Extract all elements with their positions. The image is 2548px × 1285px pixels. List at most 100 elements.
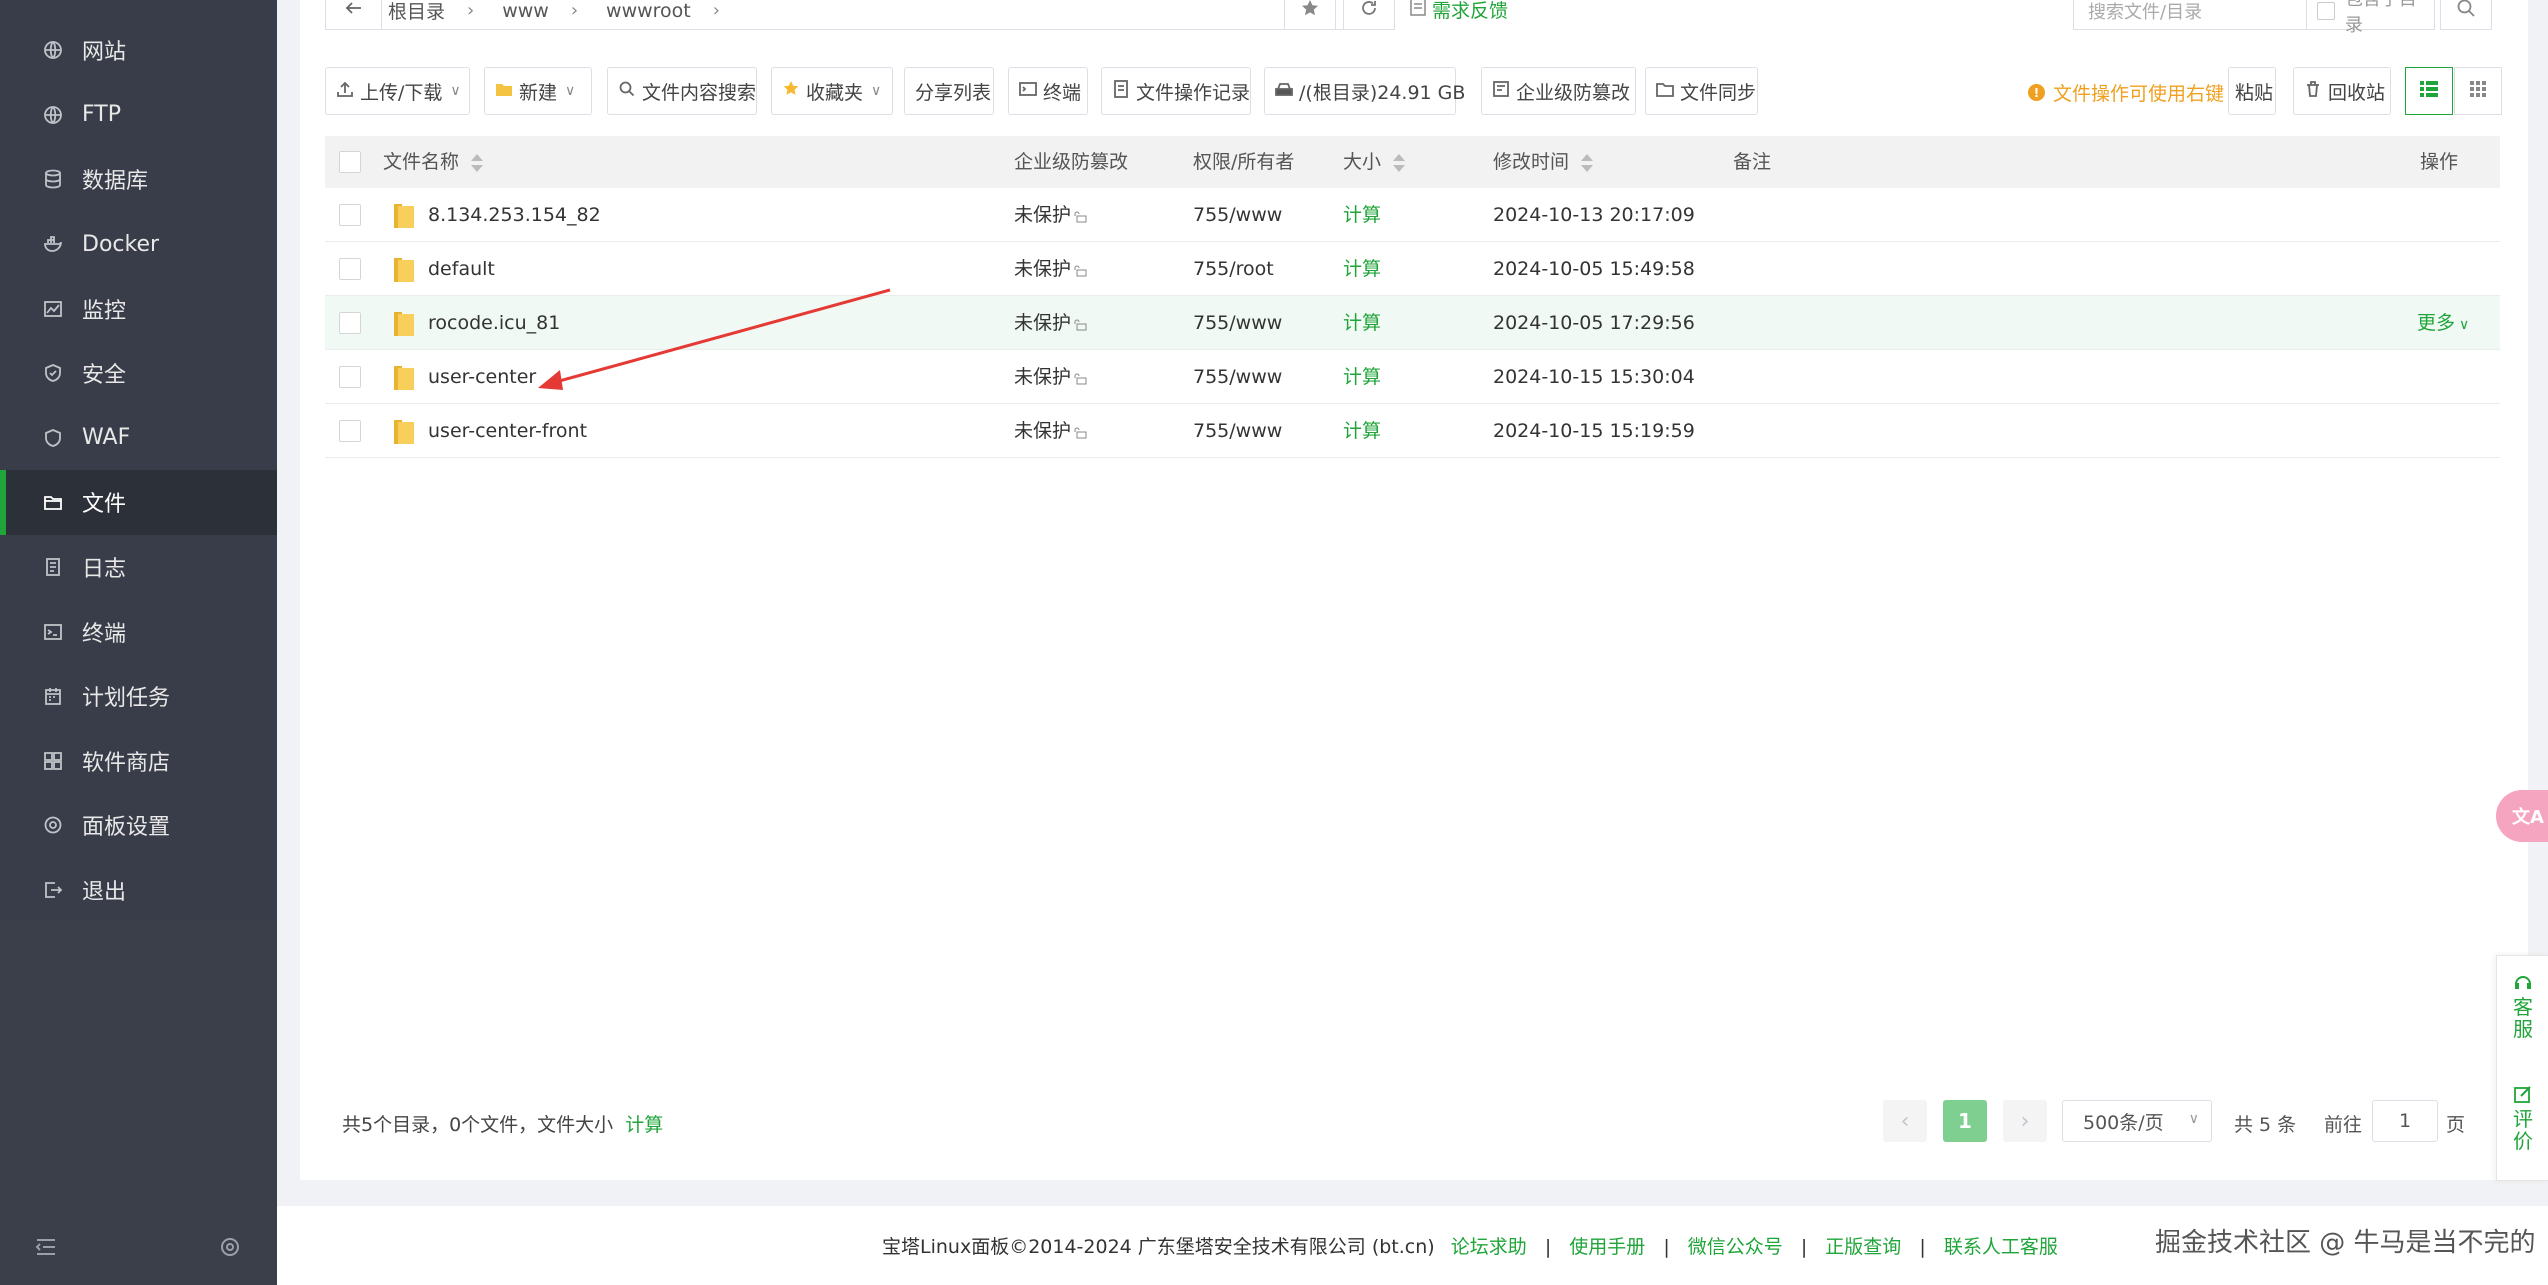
back-button[interactable]: [326, 0, 382, 29]
sidebar-item-logout[interactable]: 退出: [0, 858, 277, 923]
customer-service-button[interactable]: 客服: [2497, 974, 2548, 1040]
current-page[interactable]: 1: [1943, 1100, 1987, 1142]
sidebar-item-logs[interactable]: 日志: [0, 535, 277, 600]
share-list-button[interactable]: 分享列表: [904, 67, 994, 115]
sidebar-item-docker[interactable]: Docker: [0, 212, 277, 277]
operation-log-label: 文件操作记录: [1136, 81, 1251, 104]
upload-download-dropdown[interactable]: 上传/下载 ∨: [325, 67, 470, 115]
size-calc-link[interactable]: 计算: [1343, 188, 1381, 242]
tamper-status[interactable]: 未保护: [1014, 188, 1087, 242]
file-name[interactable]: default: [428, 242, 495, 296]
permission-owner[interactable]: 755/www: [1193, 350, 1282, 404]
tamper-status-label: 未保护: [1014, 258, 1072, 280]
translate-button[interactable]: 文A: [2496, 790, 2548, 842]
goto-page-input[interactable]: 1: [2372, 1100, 2438, 1142]
globe-icon: [42, 39, 64, 61]
operation-log-button[interactable]: 文件操作记录: [1101, 67, 1251, 115]
select-all-checkbox[interactable]: [339, 151, 361, 173]
permission-owner[interactable]: 755/www: [1193, 404, 1282, 458]
document-icon: [1410, 0, 1426, 21]
grid-view-button[interactable]: [2454, 67, 2502, 115]
recycle-bin-button[interactable]: 回收站: [2293, 67, 2391, 115]
size-calc-link[interactable]: 计算: [1343, 296, 1381, 350]
column-header-name[interactable]: 文件名称: [383, 136, 484, 188]
review-button[interactable]: 评价: [2497, 1084, 2548, 1152]
permission-owner[interactable]: 755/www: [1193, 296, 1282, 350]
tamper-status[interactable]: 未保护: [1014, 404, 1087, 458]
sidebar-item-database[interactable]: 数据库: [0, 147, 277, 212]
list-view-button[interactable]: [2405, 67, 2453, 115]
size-calc-link[interactable]: 计算: [1343, 242, 1381, 296]
prev-page-button[interactable]: ‹: [1883, 1100, 1927, 1142]
sort-icon[interactable]: [1393, 153, 1406, 173]
footer-link-wechat[interactable]: 微信公众号: [1688, 1236, 1783, 1258]
include-subdir-checkbox[interactable]: 包含子目录: [2307, 0, 2435, 36]
tamper-protection-button[interactable]: 企业级防篡改: [1481, 67, 1636, 115]
file-name[interactable]: 8.134.253.154_82: [428, 188, 601, 242]
theme-settings-icon[interactable]: [218, 1235, 242, 1264]
column-header-modified[interactable]: 修改时间: [1493, 136, 1594, 188]
favorites-dropdown[interactable]: 收藏夹 ∨: [771, 67, 893, 115]
tamper-status-label: 未保护: [1014, 204, 1072, 226]
summary-calc-link[interactable]: 计算: [625, 1114, 663, 1136]
folder-icon: [390, 202, 416, 230]
sidebar-item-cron[interactable]: 计划任务: [0, 664, 277, 729]
size-calc-link[interactable]: 计算: [1343, 350, 1381, 404]
row-checkbox[interactable]: [339, 204, 361, 226]
sidebar-item-waf[interactable]: WAF: [0, 406, 277, 471]
sidebar-item-files[interactable]: 文件: [0, 470, 277, 535]
footer-link-license[interactable]: 正版查询: [1825, 1236, 1901, 1258]
breadcrumb-wwwroot[interactable]: wwwroot: [606, 0, 691, 22]
breadcrumb-root[interactable]: 根目录: [388, 0, 445, 24]
sort-icon[interactable]: [1581, 153, 1594, 173]
sidebar-item-monitor[interactable]: 监控: [0, 276, 277, 341]
permission-owner[interactable]: 755/www: [1193, 188, 1282, 242]
terminal-button[interactable]: 终端: [1008, 67, 1088, 115]
refresh-button[interactable]: [1343, 0, 1395, 30]
file-name[interactable]: user-center-front: [428, 404, 587, 458]
sidebar-item-terminal[interactable]: 终端: [0, 599, 277, 664]
search-button[interactable]: [2440, 0, 2492, 30]
table-row[interactable]: user-center-front 未保护 755/www 计算 2024-10…: [325, 404, 2500, 458]
sidebar-item-settings[interactable]: 面板设置: [0, 793, 277, 858]
table-row[interactable]: 8.134.253.154_82 未保护 755/www 计算 2024-10-…: [325, 188, 2500, 242]
column-header-size[interactable]: 大小: [1343, 136, 1406, 188]
sidebar-item-store[interactable]: 软件商店: [0, 729, 277, 794]
collapse-menu-icon[interactable]: [34, 1235, 58, 1264]
row-checkbox[interactable]: [339, 420, 361, 442]
footer-link-manual[interactable]: 使用手册: [1569, 1236, 1645, 1258]
content-search-button[interactable]: 文件内容搜索: [607, 67, 757, 115]
column-header-label: 文件名称: [383, 151, 460, 173]
tamper-status[interactable]: 未保护: [1014, 242, 1087, 296]
next-page-button[interactable]: ›: [2003, 1100, 2047, 1142]
paste-button[interactable]: 粘贴: [2228, 67, 2276, 115]
favorite-button[interactable]: [1284, 0, 1336, 30]
sort-icon[interactable]: [471, 153, 484, 173]
page-size-select[interactable]: 500条/页 ∨: [2062, 1100, 2212, 1142]
row-checkbox[interactable]: [339, 258, 361, 280]
permission-owner[interactable]: 755/root: [1193, 242, 1274, 296]
path-breadcrumb[interactable]: 根目录 › www › wwwroot ›: [325, 0, 1395, 30]
row-checkbox[interactable]: [339, 312, 361, 334]
footer-link-forum[interactable]: 论坛求助: [1451, 1236, 1527, 1258]
sidebar-item-website[interactable]: 网站: [0, 18, 277, 83]
breadcrumb-www[interactable]: www: [502, 0, 549, 22]
file-search-input[interactable]: 搜索文件/目录: [2073, 0, 2307, 30]
new-dropdown[interactable]: 新建 ∨: [484, 67, 592, 115]
waf-shield-icon: [42, 427, 64, 449]
chevron-right-icon: ›: [712, 0, 720, 21]
tamper-status[interactable]: 未保护: [1014, 350, 1087, 404]
checkbox-box[interactable]: [2317, 1, 2335, 20]
sidebar-item-ftp[interactable]: FTP: [0, 83, 277, 148]
file-sync-button[interactable]: 文件同步: [1645, 67, 1758, 115]
more-actions-dropdown[interactable]: 更多 ∨: [2417, 296, 2469, 350]
tamper-status[interactable]: 未保护: [1014, 296, 1087, 350]
feedback-link[interactable]: 需求反馈: [1410, 0, 1508, 23]
row-checkbox[interactable]: [339, 366, 361, 388]
file-name[interactable]: user-center: [428, 350, 536, 404]
size-calc-link[interactable]: 计算: [1343, 404, 1381, 458]
modified-time: 2024-10-15 15:30:04: [1493, 366, 1695, 388]
sidebar-item-security[interactable]: 安全: [0, 341, 277, 406]
footer-link-support[interactable]: 联系人工客服: [1944, 1236, 2058, 1258]
disk-usage-button[interactable]: /(根目录)24.91 GB: [1264, 67, 1465, 115]
